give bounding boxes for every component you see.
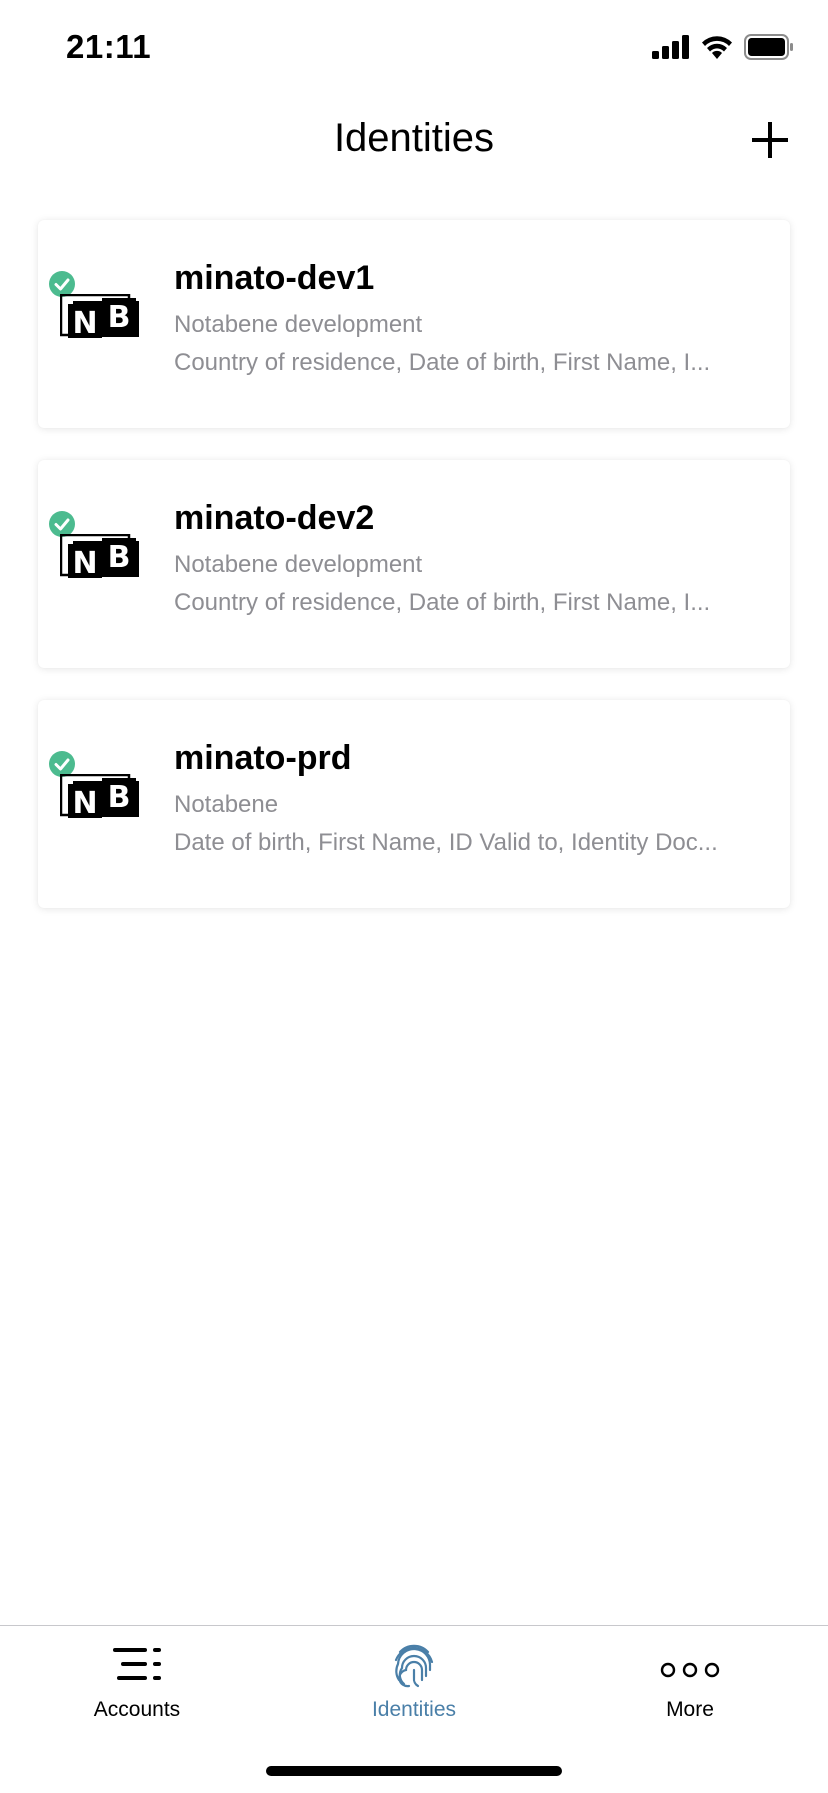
tab-more[interactable]: More (590, 1640, 790, 1740)
wifi-icon (702, 36, 732, 59)
identity-text: minato-dev1 Notabene development Country… (174, 258, 774, 378)
status-time: 21:11 (66, 28, 152, 65)
identity-organization: Notabene development (174, 311, 423, 338)
identity-card[interactable]: N B minato-prd Notabene Date of birth, F… (38, 700, 790, 908)
identity-organization: Notabene (174, 791, 279, 818)
svg-text:N: N (72, 786, 97, 820)
notabene-logo-icon: N B (60, 534, 141, 580)
svg-text:N: N (72, 546, 97, 580)
identity-list: N B minato-dev1 Notabene development Cou… (38, 220, 790, 940)
identity-name: minato-dev2 (174, 499, 375, 537)
identity-name: minato-dev1 (174, 259, 375, 297)
identity-text: minato-dev2 Notabene development Country… (174, 498, 774, 618)
identity-organization: Notabene development (174, 551, 423, 578)
identity-attributes: Country of residence, Date of birth, Fir… (174, 589, 711, 616)
identity-logo: N B (48, 750, 158, 830)
tab-label-identities: Identities (371, 1698, 457, 1721)
tab-accounts[interactable]: Accounts (37, 1640, 237, 1740)
accounts-list-icon (113, 1648, 161, 1680)
identity-text: minato-prd Notabene Date of birth, First… (174, 738, 774, 858)
identity-logo: N B (48, 510, 158, 590)
identity-card[interactable]: N B minato-dev2 Notabene development Cou… (38, 460, 790, 668)
identity-logo: N B (48, 270, 158, 350)
tab-label-more: More (666, 1698, 714, 1721)
tab-identities[interactable]: Identities (314, 1640, 514, 1740)
battery-icon (744, 34, 793, 60)
tab-label-accounts: Accounts (93, 1698, 181, 1721)
plus-icon (752, 122, 788, 158)
header: Identities (0, 100, 828, 180)
identity-card[interactable]: N B minato-dev1 Notabene development Cou… (38, 220, 790, 428)
page-title: Identities (333, 116, 495, 160)
notabene-logo-icon: N B (60, 294, 141, 340)
svg-text:N: N (72, 306, 97, 340)
identity-name: minato-prd (174, 739, 352, 777)
home-indicator (266, 1766, 562, 1776)
svg-text:B: B (108, 300, 131, 335)
identity-attributes: Country of residence, Date of birth, Fir… (174, 349, 711, 376)
fingerprint-icon (394, 1644, 434, 1688)
status-bar: 21:11 (0, 0, 828, 100)
svg-text:B: B (108, 780, 131, 815)
notabene-logo-icon: N B (60, 774, 141, 820)
status-icons (652, 34, 794, 60)
svg-text:B: B (108, 540, 131, 575)
add-identity-button[interactable] (748, 118, 792, 162)
more-dots-icon (660, 1662, 720, 1678)
signal-icon (652, 35, 689, 59)
identity-attributes: Date of birth, First Name, ID Valid to, … (174, 829, 718, 856)
